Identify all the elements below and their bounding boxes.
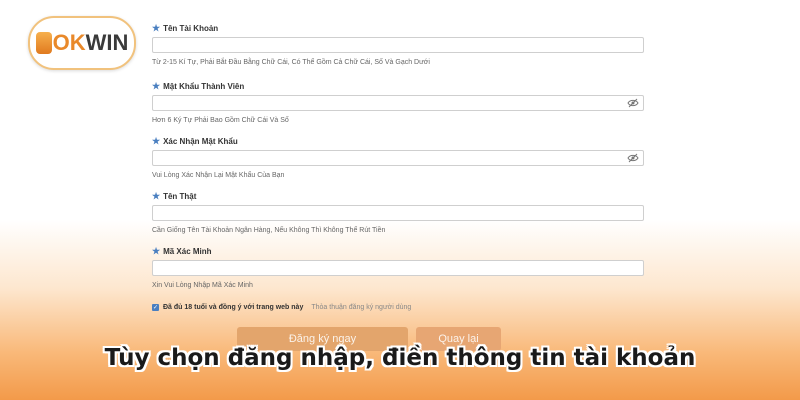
real-name-field-group: ★ Tên Thật Cần Giống Tên Tài Khoản Ngân … [152,190,646,234]
logo: OK WIN [28,16,136,70]
logo-text-win: WIN [85,30,129,55]
user-agreement-link[interactable]: Thỏa thuận đăng ký người dùng [311,304,411,311]
required-star-icon: ★ [152,190,161,201]
username-label: Tên Tài Khoản [163,23,219,33]
thumbs-up-icon [35,32,52,54]
username-input[interactable] [152,37,644,53]
eye-slash-icon[interactable] [627,98,639,108]
verify-code-field-group: ★ Mã Xác Minh Xin Vui Lòng Nhập Mã Xác M… [152,245,646,289]
username-hint: Từ 2-15 Kí Tự, Phải Bắt Đầu Bằng Chữ Cái… [152,59,430,66]
confirm-password-label: Xác Nhận Mật Khẩu [163,136,238,146]
agreement-text: Đã đủ 18 tuổi và đồng ý với trang web nà… [163,304,304,311]
real-name-label: Tên Thật [163,191,197,201]
verify-code-label: Mã Xác Minh [163,246,212,256]
caption-title: Tùy chọn đăng nhập, điền thông tin tài k… [104,345,696,371]
eye-slash-icon[interactable] [627,153,639,163]
password-label: Mật Khẩu Thành Viên [163,81,245,91]
age-agreement: ✓ Đã đủ 18 tuổi và đồng ý với trang web … [152,304,411,311]
required-star-icon: ★ [152,135,161,146]
password-hint: Hơn 6 Ký Tự Phải Bao Gồm Chữ Cái Và Số [152,117,289,124]
required-star-icon: ★ [152,22,161,33]
username-field-group: ★ Tên Tài Khoản Từ 2-15 Kí Tự, Phải Bắt … [152,22,646,66]
verify-code-input[interactable] [152,260,644,276]
confirm-password-field-group: ★ Xác Nhận Mật Khẩu Vui Lòng Xác Nhận Lạ… [152,135,646,179]
logo-text-ok: OK [52,30,86,55]
agreement-checkbox[interactable]: ✓ [152,304,159,311]
real-name-hint: Cần Giống Tên Tài Khoản Ngân Hàng, Nếu K… [152,227,386,234]
confirm-password-input[interactable] [152,150,644,166]
password-field-group: ★ Mật Khẩu Thành Viên Hơn 6 Ký Tự Phải B… [152,80,646,124]
password-input[interactable] [152,95,644,111]
verify-code-hint: Xin Vui Lòng Nhập Mã Xác Minh [152,282,253,289]
required-star-icon: ★ [152,245,161,256]
real-name-input[interactable] [152,205,644,221]
confirm-password-hint: Vui Lòng Xác Nhận Lại Mật Khẩu Của Bạn [152,172,285,179]
required-star-icon: ★ [152,80,161,91]
